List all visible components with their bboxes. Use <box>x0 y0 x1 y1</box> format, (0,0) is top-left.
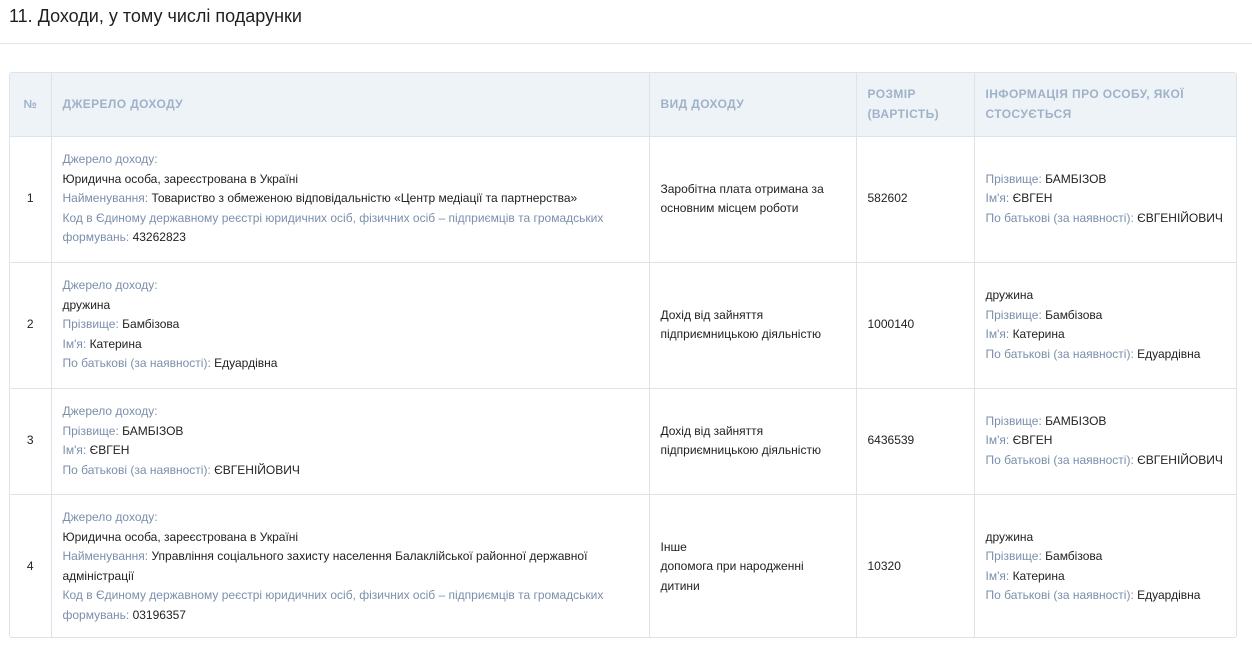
table-row: 4 Джерело доходу: Юридична особа, зареєс… <box>10 493 1236 637</box>
patronymic-label: По батькові (за наявності): <box>985 452 1134 467</box>
income-type-cell: Дохід від зайняття підприємницькою діяль… <box>649 387 857 494</box>
firstname-label: Ім'я: <box>985 568 1010 583</box>
source-code: 03196357 <box>132 607 186 622</box>
firstname-label: Ім'я: <box>62 336 87 351</box>
source-label: Джерело доходу: <box>62 278 158 293</box>
column-header-source: ДЖЕРЕЛО ДОХОДУ <box>51 73 650 136</box>
source-relation: дружина <box>62 297 111 312</box>
income-type-cell: Дохід від зайняття підприємницькою діяль… <box>649 261 857 388</box>
income-type: Заробітна плата отримана за основним міс… <box>660 181 824 216</box>
surname-label: Прізвище: <box>985 413 1042 428</box>
table-body: 1 Джерело доходу: Юридична особа, зареєс… <box>10 135 1236 637</box>
income-amount: 10320 <box>856 493 975 637</box>
person-surname: Бамбізова <box>1045 549 1103 564</box>
income-type: Дохід від зайняття підприємницькою діяль… <box>660 423 821 458</box>
person-info-cell: дружина Прізвище: Бамбізова Ім'я: Катери… <box>974 493 1236 637</box>
person-patronymic: ЄВГЕНІЙОВИЧ <box>1137 452 1223 467</box>
patronymic-label: По батькові (за наявності): <box>985 588 1134 603</box>
surname-label: Прізвище: <box>985 171 1042 186</box>
income-table-container: № ДЖЕРЕЛО ДОХОДУ ВИД ДОХОДУ РОЗМІР (ВАРТ… <box>9 72 1237 638</box>
surname-label: Прізвище: <box>985 307 1042 322</box>
table-row: 3 Джерело доходу: Прізвище: БАМБІЗОВ Ім'… <box>10 387 1236 494</box>
source-surname: Бамбізова <box>122 317 180 332</box>
patronymic-label: По батькові (за наявності): <box>62 462 211 477</box>
source-label: Джерело доходу: <box>62 510 158 525</box>
source-patronymic: ЄВГЕНІЙОВИЧ <box>214 462 300 477</box>
person-firstname: ЄВГЕН <box>1012 433 1053 448</box>
income-amount: 6436539 <box>856 387 975 494</box>
patronymic-label: По батькові (за наявності): <box>62 356 211 371</box>
firstname-label: Ім'я: <box>985 191 1010 206</box>
row-number: 3 <box>10 387 52 494</box>
column-header-num: № <box>10 73 52 136</box>
source-name: Товариство з обмеженою відповідальністю … <box>151 191 578 206</box>
surname-label: Прізвище: <box>62 317 119 332</box>
surname-label: Прізвище: <box>985 549 1042 564</box>
source-label: Джерело доходу: <box>62 152 158 167</box>
table-header: № ДЖЕРЕЛО ДОХОДУ ВИД ДОХОДУ РОЗМІР (ВАРТ… <box>10 73 1236 136</box>
person-surname: БАМБІЗОВ <box>1045 171 1107 186</box>
source-kind: Юридична особа, зареєстрована в Україні <box>62 171 299 186</box>
person-info-cell: Прізвище: БАМБІЗОВ Ім'я: ЄВГЕН По батько… <box>974 135 1236 262</box>
income-table: № ДЖЕРЕЛО ДОХОДУ ВИД ДОХОДУ РОЗМІР (ВАРТ… <box>10 73 1236 637</box>
firstname-label: Ім'я: <box>985 433 1010 448</box>
income-type-cell: Інше допомога при народженні дитини <box>649 493 857 637</box>
person-firstname: ЄВГЕН <box>1012 191 1053 206</box>
person-patronymic: Едуардівна <box>1137 346 1201 361</box>
income-source-cell: Джерело доходу: Юридична особа, зареєстр… <box>51 135 650 262</box>
column-header-amount: РОЗМІР (ВАРТІСТЬ) <box>856 73 975 136</box>
income-amount: 582602 <box>856 135 975 262</box>
source-kind: Юридична особа, зареєстрована в Україні <box>62 529 299 544</box>
income-type: Інше <box>660 539 687 554</box>
section-title: 11. Доходи, у тому числі подарунки <box>9 6 302 26</box>
surname-label: Прізвище: <box>62 423 119 438</box>
income-amount: 1000140 <box>856 261 975 388</box>
table-row: 2 Джерело доходу: дружина Прізвище: Бамб… <box>10 261 1236 388</box>
source-firstname: Катерина <box>89 336 142 351</box>
person-patronymic: Едуардівна <box>1137 588 1201 603</box>
person-surname: Бамбізова <box>1045 307 1103 322</box>
income-type-cell: Заробітна плата отримана за основним міс… <box>649 135 857 262</box>
person-info-cell: Прізвище: БАМБІЗОВ Ім'я: ЄВГЕН По батько… <box>974 387 1236 494</box>
patronymic-label: По батькові (за наявності): <box>985 210 1134 225</box>
income-source-cell: Джерело доходу: Прізвище: БАМБІЗОВ Ім'я:… <box>51 387 650 494</box>
name-label: Найменування: <box>62 549 149 564</box>
income-type-detail: допомога при народженні дитини <box>660 559 804 593</box>
income-source-cell: Джерело доходу: дружина Прізвище: Бамбіз… <box>51 261 650 388</box>
person-relation: дружина <box>985 529 1034 544</box>
row-number: 1 <box>10 135 52 262</box>
column-header-type: ВИД ДОХОДУ <box>649 73 857 136</box>
firstname-label: Ім'я: <box>985 327 1010 341</box>
table-row: 1 Джерело доходу: Юридична особа, зареєс… <box>10 135 1236 262</box>
firstname-label: Ім'я: <box>62 443 87 457</box>
person-firstname: Катерина <box>1012 568 1065 583</box>
person-patronymic: ЄВГЕНІЙОВИЧ <box>1137 210 1223 225</box>
person-firstname: Катерина <box>1012 327 1065 341</box>
patronymic-label: По батькові (за наявності): <box>985 346 1134 361</box>
person-info-cell: дружина Прізвище: Бамбізова Ім'я: Катери… <box>974 261 1236 388</box>
income-type: Дохід від зайняття підприємницькою діяль… <box>660 307 821 342</box>
source-patronymic: Едуардівна <box>214 356 278 371</box>
income-source-cell: Джерело доходу: Юридична особа, зареєстр… <box>51 493 650 637</box>
source-label: Джерело доходу: <box>62 404 158 418</box>
person-relation: дружина <box>985 288 1034 302</box>
section-header: 11. Доходи, у тому числі подарунки <box>0 0 1252 44</box>
source-surname: БАМБІЗОВ <box>122 423 184 438</box>
source-firstname: ЄВГЕН <box>89 443 130 457</box>
row-number: 4 <box>10 493 52 637</box>
name-label: Найменування: <box>62 191 149 206</box>
column-header-person: ІНФОРМАЦІЯ ПРО ОСОБУ, ЯКОЇ СТОСУЄТЬСЯ <box>985 87 1184 122</box>
person-surname: БАМБІЗОВ <box>1045 413 1107 428</box>
source-code: 43262823 <box>132 230 186 245</box>
row-number: 2 <box>10 261 52 388</box>
